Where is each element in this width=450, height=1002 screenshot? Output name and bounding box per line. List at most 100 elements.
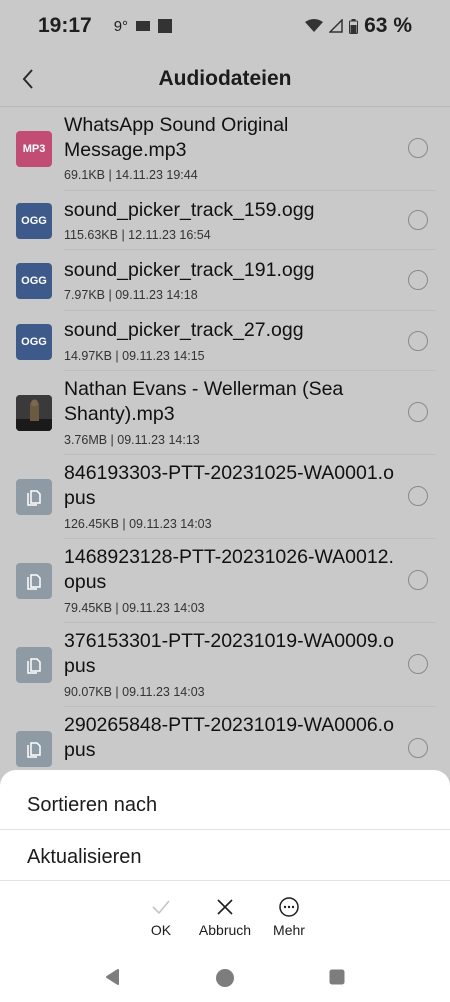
back-button[interactable]: [14, 64, 42, 94]
file-meta: 115.63KB | 12.11.23 16:54: [64, 228, 211, 242]
more-button[interactable]: Mehr: [254, 896, 324, 938]
file-name-line: 376153301-PTT-20231019-WA0009.o: [64, 630, 394, 652]
file-row[interactable]: MP3 WhatsApp Sound Original Message.mp3 …: [0, 107, 450, 191]
battery-icon: [349, 18, 359, 34]
ogg-file-icon: OGG: [16, 263, 52, 299]
file-type-label: OGG: [21, 336, 47, 348]
file-name: WhatsApp Sound Original Message.mp3: [64, 113, 400, 163]
file-name: 1468923128-PTT-20231026-WA0012. opus: [64, 545, 400, 595]
file-name-line: Shanty).mp3: [64, 403, 175, 425]
file-row[interactable]: OGG sound_picker_track_159.ogg 115.63KB …: [0, 191, 450, 250]
file-name-line: pus: [64, 655, 96, 677]
file-name-line: sound_picker_track_159.ogg: [64, 199, 315, 221]
file-name: 846193303-PTT-20231025-WA0001.o pus: [64, 461, 400, 511]
file-name-line: sound_picker_track_27.ogg: [64, 319, 304, 341]
file-name: sound_picker_track_27.ogg: [64, 318, 400, 343]
select-radio[interactable]: [408, 331, 428, 351]
status-icons: 63 %: [305, 14, 412, 38]
sort-by-option[interactable]: Sortieren nach: [0, 779, 450, 831]
file-name: 290265848-PTT-20231019-WA0006.o pus: [64, 713, 400, 763]
file-name-line: WhatsApp Sound Original: [64, 114, 289, 136]
page-title: Audiodateien: [158, 67, 292, 90]
circle-home-icon: [216, 969, 234, 987]
file-row[interactable]: Nathan Evans - Wellerman (Sea Shanty).mp…: [0, 371, 450, 455]
copy-file-icon: [27, 658, 41, 674]
file-name-line: 290265848-PTT-20231019-WA0006.o: [64, 714, 394, 736]
refresh-option[interactable]: Aktualisieren: [0, 831, 450, 883]
file-name: sound_picker_track_159.ogg: [64, 198, 400, 223]
document-icon: [16, 479, 52, 515]
file-row[interactable]: 1468923128-PTT-20231026-WA0012. opus 79.…: [0, 539, 450, 623]
file-meta: 3.76MB | 09.11.23 14:13: [64, 433, 200, 447]
check-icon: [152, 900, 170, 915]
album-art-icon: [16, 395, 52, 431]
file-row[interactable]: 846193303-PTT-20231025-WA0001.o pus 126.…: [0, 455, 450, 539]
triangle-back-icon: [106, 969, 119, 985]
file-name-line: pus: [64, 739, 96, 761]
wifi-icon: [305, 19, 324, 32]
copy-file-icon: [27, 490, 41, 506]
sort-by-label: Sortieren nach: [27, 793, 158, 816]
home-nav-button[interactable]: [215, 968, 235, 993]
file-type-label: OGG: [21, 275, 47, 287]
file-meta: 79.45KB | 09.11.23 14:03: [64, 601, 205, 615]
ok-label: OK: [150, 922, 172, 938]
file-type-label: MP3: [22, 143, 46, 155]
file-row[interactable]: OGG sound_picker_track_191.ogg 7.97KB | …: [0, 250, 450, 311]
ogg-file-icon: OGG: [16, 324, 52, 360]
select-radio[interactable]: [408, 570, 428, 590]
file-row[interactable]: 376153301-PTT-20231019-WA0009.o pus 90.0…: [0, 623, 450, 707]
select-radio[interactable]: [408, 270, 428, 290]
more-icon: [279, 897, 299, 917]
file-meta: 7.97KB | 09.11.23 14:18: [64, 288, 198, 302]
file-name: 376153301-PTT-20231019-WA0009.o pus: [64, 629, 400, 679]
select-radio[interactable]: [408, 210, 428, 230]
temperature: 9°: [113, 17, 129, 35]
close-icon: [217, 899, 233, 915]
select-radio[interactable]: [408, 738, 428, 758]
cancel-label: Abbruch: [198, 922, 252, 938]
file-name: sound_picker_track_191.ogg: [64, 258, 400, 283]
app-header: Audiodateien: [0, 52, 450, 106]
file-name: Nathan Evans - Wellerman (Sea Shanty).mp…: [64, 377, 400, 427]
file-list: MP3 WhatsApp Sound Original Message.mp3 …: [0, 107, 450, 791]
file-type-label: OGG: [21, 215, 47, 227]
square-recents-icon: [329, 969, 345, 985]
select-radio[interactable]: [408, 402, 428, 422]
notification-icon: [158, 19, 173, 33]
recents-nav-button[interactable]: [328, 968, 346, 991]
ogg-file-icon: OGG: [16, 203, 52, 239]
select-radio[interactable]: [408, 654, 428, 674]
document-icon: [16, 731, 52, 767]
refresh-label: Aktualisieren: [27, 845, 142, 868]
cancel-button[interactable]: Abbruch: [190, 896, 260, 938]
chevron-left-icon: [22, 69, 33, 89]
file-meta: 90.07KB | 09.11.23 14:03: [64, 685, 205, 699]
file-meta: 69.1KB | 14.11.23 19:44: [64, 168, 198, 182]
ok-button[interactable]: OK: [126, 896, 196, 938]
file-name-line: pus: [64, 487, 96, 509]
file-name-line: Message.mp3: [64, 139, 187, 161]
back-nav-button[interactable]: [104, 968, 122, 991]
copy-file-icon: [27, 742, 41, 758]
file-row[interactable]: OGG sound_picker_track_27.ogg 14.97KB | …: [0, 311, 450, 371]
file-name-line: sound_picker_track_191.ogg: [64, 259, 315, 281]
file-name-line: 1468923128-PTT-20231026-WA0012.: [64, 546, 394, 568]
sheet-divider: [0, 829, 450, 830]
select-radio[interactable]: [408, 138, 428, 158]
status-bar: 19:17 9° 63 %: [0, 0, 450, 52]
file-name-line: Nathan Evans - Wellerman (Sea: [64, 378, 344, 400]
file-meta: 126.45KB | 09.11.23 14:03: [64, 517, 212, 531]
sheet-divider: [0, 880, 450, 881]
document-icon: [16, 563, 52, 599]
battery-percent: 63 %: [364, 14, 412, 37]
file-meta: 14.97KB | 09.11.23 14:15: [64, 349, 205, 363]
action-bar: OK Abbruch Mehr: [0, 896, 450, 946]
select-radio[interactable]: [408, 486, 428, 506]
document-icon: [16, 647, 52, 683]
system-nav-bar: [0, 950, 450, 1002]
album-thumbnail: [16, 395, 52, 431]
mail-icon: [136, 21, 151, 31]
more-label: Mehr: [273, 922, 305, 938]
clock: 19:17: [38, 14, 92, 37]
